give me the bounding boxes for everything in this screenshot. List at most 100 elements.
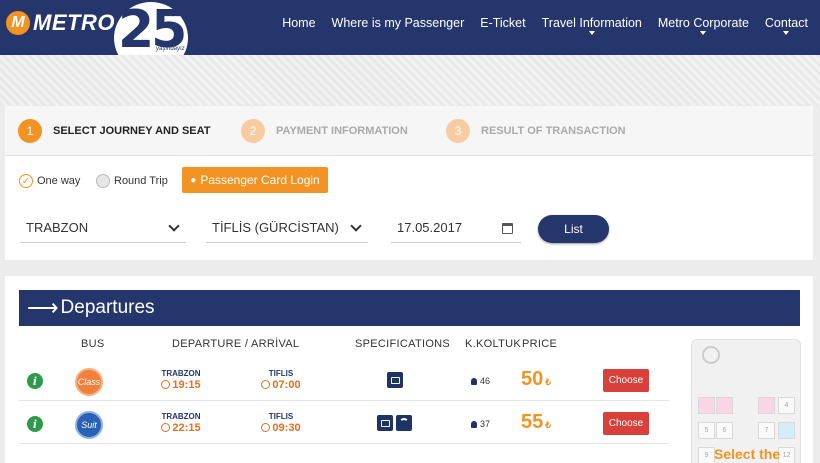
seat bbox=[758, 397, 775, 414]
passenger-card-login-label: Passenger Card Login bbox=[200, 173, 320, 187]
seat: 5 bbox=[698, 422, 715, 439]
nav-contact-label: Contact bbox=[764, 16, 808, 30]
arrival-time-value: 07:00 bbox=[272, 379, 301, 391]
nav-metro-corporate-label: Metro Corporate bbox=[657, 16, 749, 30]
calendar-icon[interactable] bbox=[502, 223, 513, 234]
date-value: 17.05.2017 bbox=[397, 220, 463, 235]
check-icon: ✓ bbox=[19, 174, 33, 188]
nav-travel-information[interactable]: Travel Information bbox=[541, 16, 642, 35]
seat bbox=[698, 397, 715, 414]
from-select[interactable]: TRABZON bbox=[20, 215, 186, 243]
chevron-down-icon bbox=[168, 220, 180, 232]
radio-unchecked-icon bbox=[96, 174, 110, 188]
step-number: 2 bbox=[241, 119, 265, 143]
seat-map-preview: 4 5 6 7 9 12 Select the bbox=[691, 339, 801, 463]
table-row: i Suit TRABZON 22:15 TIFLIS 09:30 37 55 ₺… bbox=[19, 402, 669, 444]
step-number: 1 bbox=[18, 119, 42, 143]
nav-contact[interactable]: Contact bbox=[764, 16, 808, 35]
nav-metro-corporate[interactable]: Metro Corporate bbox=[657, 16, 749, 35]
seat bbox=[716, 397, 733, 414]
date-field[interactable]: 17.05.2017 bbox=[391, 215, 521, 243]
departure-city: TRABZON bbox=[161, 412, 201, 421]
choose-button[interactable]: Choose bbox=[603, 369, 649, 392]
departure-city: TRABZON bbox=[161, 369, 201, 378]
departures-title: Departures bbox=[60, 297, 155, 318]
metro-logo-mark-icon: M bbox=[6, 11, 30, 35]
clock-icon bbox=[261, 423, 271, 432]
caret-down-icon bbox=[783, 31, 790, 35]
tv-icon bbox=[387, 372, 403, 388]
column-header-price: PRICE bbox=[522, 338, 558, 350]
user-icon bbox=[471, 421, 477, 428]
seat: 7 bbox=[758, 422, 775, 439]
site-header: M METRO 25 yaşındayız Home Where is my P… bbox=[0, 0, 820, 74]
anniversary-subtitle: yaşındayız bbox=[156, 46, 185, 52]
one-way-label: One way bbox=[37, 175, 81, 187]
passenger-card-login-button[interactable]: ● Passenger Card Login bbox=[182, 167, 328, 193]
departure-time: 22:15 bbox=[151, 422, 211, 434]
step-result-of-transaction: 3 RESULT OF TRANSACTION bbox=[446, 119, 626, 143]
metro-logo[interactable]: M METRO bbox=[6, 10, 115, 36]
nav-travel-information-label: Travel Information bbox=[541, 16, 642, 30]
step-select-journey: 1 SELECT JOURNEY AND SEAT bbox=[18, 119, 211, 143]
tv-icon bbox=[377, 415, 393, 431]
bus-class-logo: Class bbox=[75, 368, 103, 396]
price: 50 ₺ bbox=[521, 368, 551, 391]
departure-time-value: 22:15 bbox=[172, 422, 201, 434]
bus-suit-logo: Suit bbox=[75, 411, 103, 439]
metro-logo-text: METRO bbox=[33, 10, 115, 35]
to-select[interactable]: TİFLİS (GÜRCİSTAN) bbox=[206, 215, 368, 243]
from-value: TRABZON bbox=[26, 220, 89, 235]
caret-down-icon bbox=[700, 31, 707, 35]
arrival-time: 07:00 bbox=[251, 379, 311, 391]
wifi-icon bbox=[396, 415, 412, 431]
info-icon[interactable]: i bbox=[27, 416, 43, 432]
arrival-city: TIFLIS bbox=[268, 412, 294, 421]
arrival-time: 09:30 bbox=[251, 422, 311, 434]
main-nav: Home Where is my Passenger E-Ticket Trav… bbox=[266, 16, 808, 35]
seat: 9 bbox=[698, 447, 715, 463]
departures-header: ⟶ Departures bbox=[19, 290, 800, 326]
info-icon[interactable]: i bbox=[27, 373, 43, 389]
departure-time-value: 19:15 bbox=[172, 379, 201, 391]
column-header-bus: BUS bbox=[81, 338, 105, 350]
departure-time: 19:15 bbox=[151, 379, 211, 391]
one-way-option[interactable]: ✓ One way bbox=[19, 174, 80, 188]
price-value: 50 bbox=[521, 368, 544, 390]
arrival-time-value: 09:30 bbox=[272, 422, 301, 434]
seat: 4 bbox=[778, 397, 795, 414]
user-icon: ● bbox=[190, 174, 197, 186]
nav-e-ticket[interactable]: E-Ticket bbox=[480, 16, 525, 30]
pattern-strip bbox=[0, 55, 820, 105]
select-seat-hint: Select the bbox=[714, 446, 781, 462]
column-header-departure-arrival: DEPARTURE / ARRİVAL bbox=[172, 338, 300, 350]
results-panel: ⟶ Departures BUS DEPARTURE / ARRİVAL SPE… bbox=[5, 276, 813, 463]
seat-count: 37 bbox=[471, 419, 490, 429]
round-trip-option[interactable]: Round Trip bbox=[96, 174, 168, 188]
price: 55 ₺ bbox=[521, 411, 551, 434]
seat-count: 46 bbox=[471, 376, 490, 386]
clock-icon bbox=[161, 380, 171, 389]
chevron-down-icon bbox=[350, 220, 362, 232]
step-payment-information: 2 PAYMENT INFORMATION bbox=[241, 119, 408, 143]
seat-count-value: 37 bbox=[480, 419, 491, 429]
nav-home[interactable]: Home bbox=[282, 16, 315, 30]
seat: 12 bbox=[778, 447, 795, 463]
list-button[interactable]: List bbox=[538, 215, 609, 243]
clock-icon bbox=[161, 423, 171, 432]
column-header-seats: K.KOLTUK bbox=[465, 338, 521, 350]
column-header-specifications: SPECIFICATIONS bbox=[355, 338, 451, 350]
arrow-right-icon: ⟶ bbox=[27, 295, 59, 320]
arrival-city: TIFLIS bbox=[268, 369, 294, 378]
step-label: RESULT OF TRANSACTION bbox=[481, 125, 626, 137]
currency-symbol: ₺ bbox=[545, 420, 551, 430]
nav-where-is-my-passenger[interactable]: Where is my Passenger bbox=[332, 16, 465, 30]
choose-button[interactable]: Choose bbox=[603, 412, 649, 435]
seat: 6 bbox=[716, 422, 733, 439]
step-number: 3 bbox=[446, 119, 470, 143]
step-label: SELECT JOURNEY AND SEAT bbox=[53, 125, 211, 137]
round-trip-label: Round Trip bbox=[114, 175, 168, 187]
seat bbox=[778, 422, 795, 439]
step-label: PAYMENT INFORMATION bbox=[276, 125, 408, 137]
user-icon bbox=[471, 378, 477, 385]
